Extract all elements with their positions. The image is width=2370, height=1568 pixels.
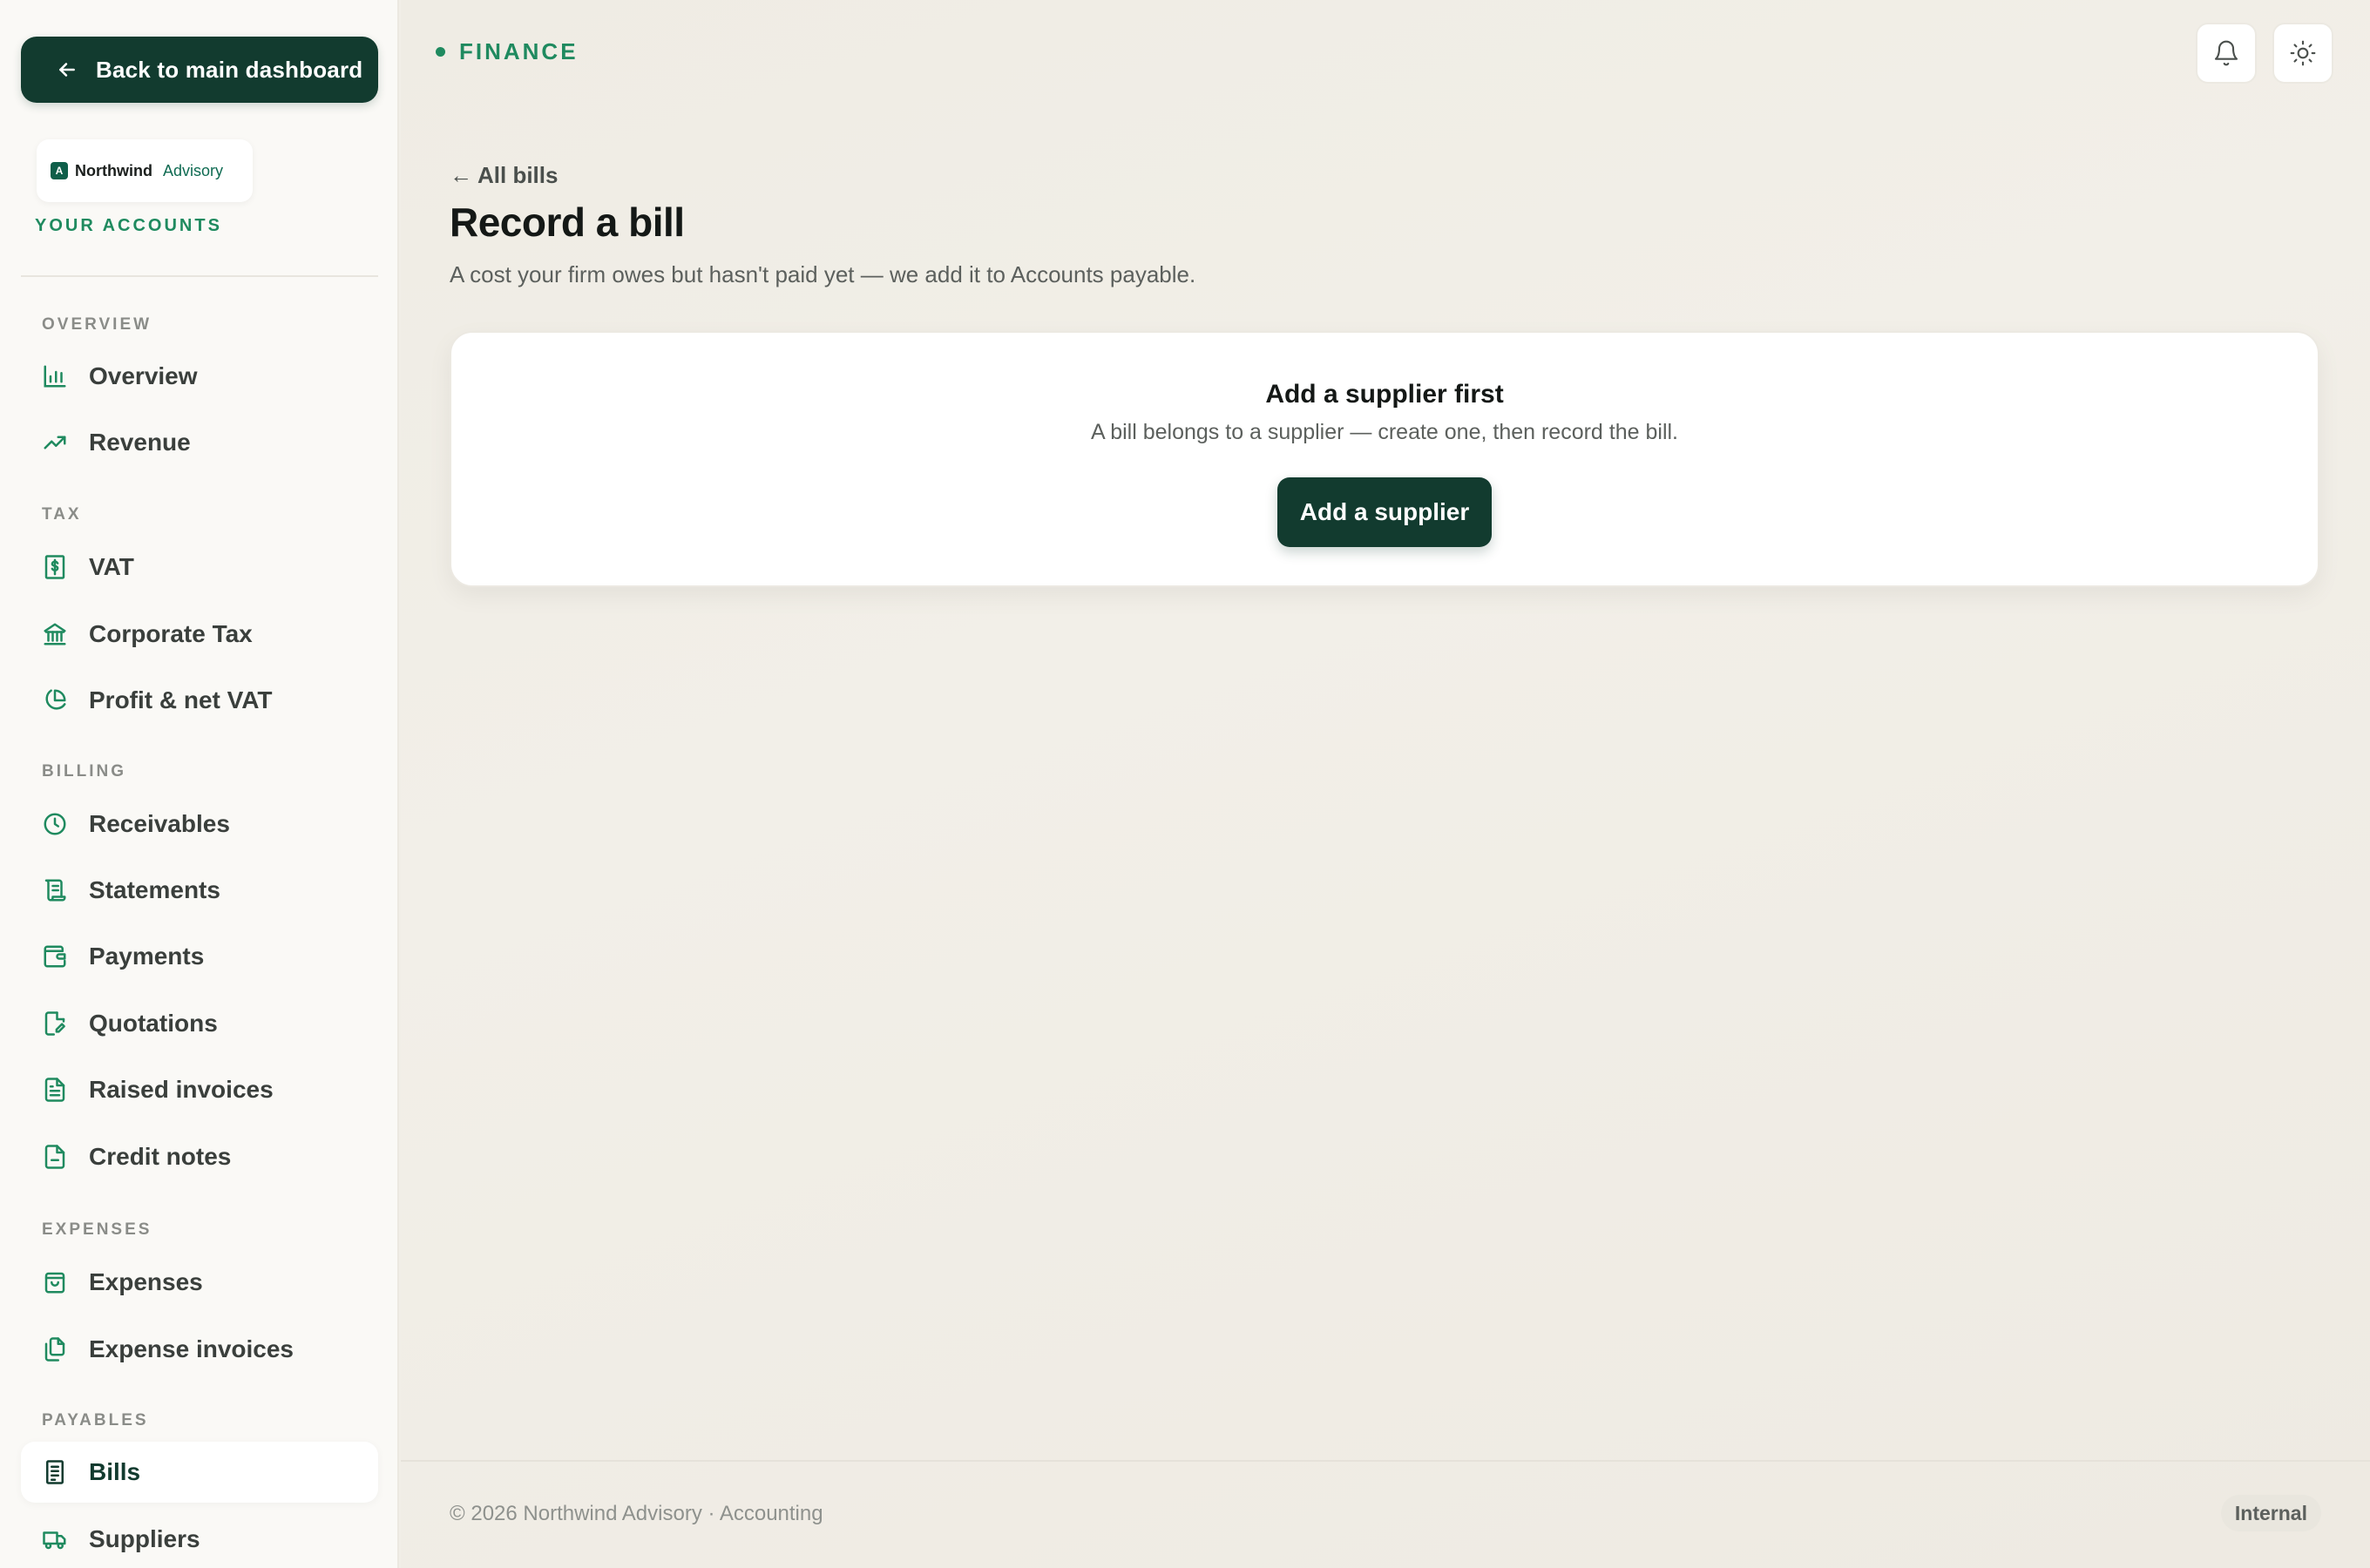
- sidebar-item-overview[interactable]: Overview: [21, 346, 378, 407]
- sidebar-item-label: Bills: [89, 1458, 141, 1485]
- file-edit-icon: [40, 1009, 70, 1038]
- pie-chart-icon: [40, 686, 70, 715]
- sidebar-item-expense-invoices[interactable]: Expense invoices: [21, 1319, 378, 1380]
- sidebar-item-label: VAT: [89, 553, 134, 580]
- section-tag: FINANCE: [436, 38, 579, 65]
- file-minus-icon: [40, 1142, 70, 1172]
- sidebar-item-label: Corporate Tax: [89, 620, 253, 647]
- clock-icon: [40, 809, 70, 839]
- sidebar-item-statements[interactable]: Statements: [21, 860, 378, 921]
- trending-up-icon: [40, 428, 70, 457]
- sidebar-item-label: Suppliers: [89, 1525, 200, 1552]
- all-bills-link[interactable]: ← All bills: [450, 162, 558, 189]
- brand-logo[interactable]: A Northwind Advisory: [37, 139, 253, 202]
- shopping-bag-icon: [40, 1267, 70, 1297]
- bell-icon: [2214, 40, 2238, 66]
- sidebar-item-raised-invoices[interactable]: Raised invoices: [21, 1059, 378, 1120]
- page-title: Record a bill: [450, 199, 685, 245]
- sidebar-item-label: Overview: [89, 362, 198, 389]
- internal-badge: Internal: [2220, 1495, 2321, 1531]
- sidebar-item-bills[interactable]: Bills: [21, 1442, 378, 1503]
- sidebar-item-receivables[interactable]: Receivables: [21, 794, 378, 855]
- wallet-icon: [40, 942, 70, 971]
- sidebar-divider: [21, 275, 378, 277]
- sidebar-item-expenses[interactable]: Expenses: [21, 1252, 378, 1313]
- sidebar-item-quotations[interactable]: Quotations: [21, 993, 378, 1054]
- sidebar: Back to main dashboard A Northwind Advis…: [0, 0, 399, 1568]
- bar-chart-icon: [40, 362, 70, 391]
- sidebar-item-credit-notes[interactable]: Credit notes: [21, 1126, 378, 1187]
- section-label-expenses: EXPENSES: [42, 1220, 152, 1239]
- sidebar-item-label: Receivables: [89, 810, 230, 837]
- brand-name: Northwind: [75, 161, 152, 179]
- your-accounts-label: YOUR ACCOUNTS: [35, 216, 222, 235]
- sidebar-item-label: Statements: [89, 876, 220, 903]
- sidebar-item-vat[interactable]: VAT: [21, 537, 378, 598]
- arrow-left-icon: ←: [450, 162, 472, 188]
- main-content: FINANCE ← All bills Record a bill A cost…: [401, 0, 2370, 1568]
- page-subtitle: A cost your firm owes but hasn't paid ye…: [450, 261, 1196, 287]
- sidebar-item-label: Profit & net VAT: [89, 686, 273, 713]
- sidebar-item-label: Payments: [89, 943, 205, 970]
- footer-copyright: © 2026 Northwind Advisory · Accounting: [450, 1502, 823, 1525]
- sidebar-item-suppliers[interactable]: Suppliers: [21, 1509, 378, 1568]
- sidebar-item-label: Expenses: [89, 1268, 203, 1295]
- arrow-left-icon: [59, 63, 75, 77]
- back-to-dashboard-label: Back to main dashboard: [96, 56, 363, 83]
- empty-state-title: Add a supplier first: [1265, 380, 1504, 409]
- file-text-icon: [40, 1075, 70, 1105]
- bank-icon: [40, 619, 70, 649]
- sidebar-item-revenue[interactable]: Revenue: [21, 412, 378, 473]
- empty-state-text: A bill belongs to a supplier — create on…: [1090, 420, 1678, 444]
- sidebar-item-corporate-tax[interactable]: Corporate Tax: [21, 604, 378, 665]
- sidebar-item-label: Quotations: [89, 1010, 218, 1037]
- sidebar-item-label: Raised invoices: [89, 1076, 274, 1103]
- sidebar-item-label: Revenue: [89, 429, 191, 456]
- add-supplier-button[interactable]: Add a supplier: [1277, 477, 1492, 547]
- files-icon: [40, 1335, 70, 1364]
- receipt-icon: [40, 1457, 70, 1487]
- receipt-dollar-icon: [40, 552, 70, 582]
- sidebar-item-payments[interactable]: Payments: [21, 926, 378, 987]
- section-tag-label: FINANCE: [459, 38, 579, 64]
- notifications-button[interactable]: [2196, 23, 2257, 84]
- truck-icon: [40, 1524, 70, 1554]
- brand-mark: A: [51, 162, 68, 179]
- section-label-overview: OVERVIEW: [42, 315, 152, 334]
- sidebar-item-label: Credit notes: [89, 1143, 232, 1170]
- theme-toggle-button[interactable]: [2272, 23, 2333, 84]
- all-bills-label: All bills: [477, 162, 559, 188]
- status-dot: [436, 47, 445, 57]
- sidebar-item-profit-net-vat[interactable]: Profit & net VAT: [21, 670, 378, 731]
- scroll-icon: [40, 875, 70, 905]
- back-to-dashboard-button[interactable]: Back to main dashboard: [21, 37, 378, 103]
- section-label-billing: BILLING: [42, 762, 126, 781]
- sun-icon: [2290, 40, 2316, 66]
- footer-divider: [401, 1460, 2370, 1462]
- brand-sub: Advisory: [162, 161, 224, 179]
- empty-state-card: Add a supplier first A bill belongs to a…: [450, 331, 2319, 587]
- sidebar-item-label: Expense invoices: [89, 1335, 295, 1362]
- section-label-tax: TAX: [42, 505, 82, 524]
- section-label-payables: PAYABLES: [42, 1411, 149, 1429]
